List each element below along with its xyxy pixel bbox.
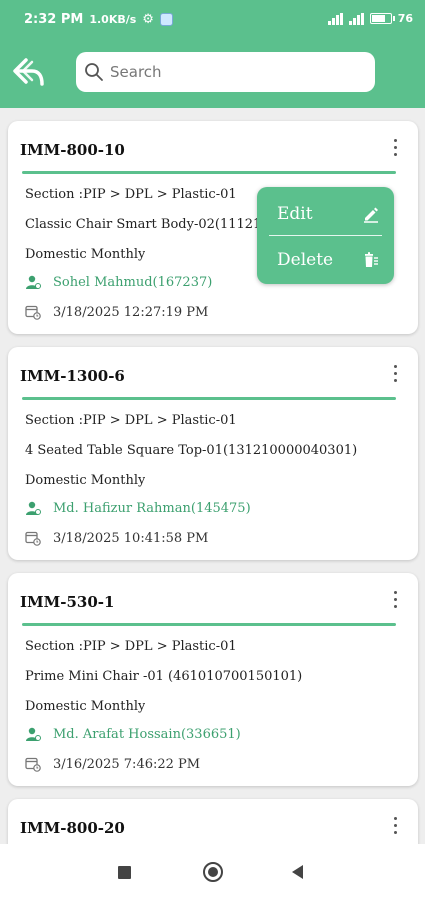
card-divider bbox=[22, 171, 396, 174]
card-code: IMM-530-1 bbox=[20, 593, 115, 611]
card-user: Md. Hafizur Rahman(145475) bbox=[25, 500, 251, 516]
system-nav-bar bbox=[0, 844, 425, 900]
card-code: IMM-1300-6 bbox=[20, 367, 125, 385]
signal-icon bbox=[327, 12, 343, 25]
card-date: 3/16/2025 7:46:22 PM bbox=[25, 756, 200, 772]
card-options-menu: Edit Delete bbox=[257, 187, 394, 284]
edit-menu-item[interactable]: Edit bbox=[257, 191, 394, 237]
card-product: 4 Seated Table Square Top-01(13121000004… bbox=[25, 443, 358, 458]
card-schedule: Domestic Monthly bbox=[25, 473, 146, 488]
card-user: Md. Arafat Hossain(336651) bbox=[25, 726, 241, 742]
trash-icon bbox=[365, 252, 378, 267]
record-card[interactable]: IMM-1300-6 Section :PIP > DPL > Plastic-… bbox=[8, 347, 418, 560]
card-divider bbox=[22, 623, 396, 626]
alarm-icon: ⚙ bbox=[142, 12, 154, 27]
delete-menu-item[interactable]: Delete bbox=[257, 237, 394, 283]
battery-percent: 76 bbox=[397, 12, 413, 25]
search-icon bbox=[85, 63, 103, 81]
calendar-clock-icon bbox=[25, 305, 41, 320]
edit-label: Edit bbox=[277, 204, 313, 224]
card-date: 3/18/2025 10:41:58 PM bbox=[25, 530, 208, 546]
more-options-icon[interactable] bbox=[390, 591, 400, 611]
card-divider bbox=[22, 397, 396, 400]
search-input[interactable] bbox=[110, 57, 360, 87]
recent-apps-button[interactable] bbox=[118, 866, 131, 879]
card-product: Prime Mini Chair -01 (461010700150101) bbox=[25, 669, 303, 684]
card-schedule: Domestic Monthly bbox=[25, 247, 146, 262]
card-code: IMM-800-10 bbox=[20, 141, 125, 159]
pencil-icon bbox=[364, 207, 378, 223]
user-icon bbox=[26, 727, 41, 741]
card-product: Classic Chair Smart Body-02(11121 bbox=[25, 217, 262, 232]
card-user-name: Sohel Mahmud(167237) bbox=[53, 274, 213, 290]
card-code: IMM-800-20 bbox=[20, 819, 125, 837]
delete-label: Delete bbox=[277, 250, 334, 270]
reply-arrow-icon bbox=[13, 58, 44, 86]
battery-icon bbox=[369, 13, 395, 24]
app-header: 2:32 PM 1.0KB/s ⚙ 76 bbox=[0, 0, 425, 108]
card-user-name: Md. Hafizur Rahman(145475) bbox=[53, 500, 251, 516]
user-icon bbox=[26, 275, 41, 289]
card-section: Section :PIP > DPL > Plastic-01 bbox=[25, 187, 237, 202]
search-box[interactable] bbox=[76, 52, 375, 92]
more-options-icon[interactable] bbox=[390, 817, 400, 837]
user-icon bbox=[26, 501, 41, 515]
record-card[interactable]: IMM-530-1 Section :PIP > DPL > Plastic-0… bbox=[8, 573, 418, 786]
card-section: Section :PIP > DPL > Plastic-01 bbox=[25, 639, 237, 654]
card-date-text: 3/18/2025 10:41:58 PM bbox=[53, 530, 209, 546]
card-schedule: Domestic Monthly bbox=[25, 699, 146, 714]
home-button[interactable] bbox=[203, 862, 223, 882]
card-date-text: 3/18/2025 12:27:19 PM bbox=[53, 304, 209, 320]
more-options-icon[interactable] bbox=[390, 365, 400, 385]
status-bar: 2:32 PM 1.0KB/s ⚙ 76 bbox=[0, 0, 425, 40]
status-time: 2:32 PM bbox=[24, 12, 84, 27]
card-date: 3/18/2025 12:27:19 PM bbox=[25, 304, 208, 320]
back-button[interactable] bbox=[12, 56, 46, 88]
calendar-clock-icon bbox=[25, 757, 41, 772]
card-user-name: Md. Arafat Hossain(336651) bbox=[53, 726, 241, 742]
system-back-button[interactable] bbox=[292, 865, 303, 879]
card-user: Sohel Mahmud(167237) bbox=[25, 274, 212, 290]
app-notification-icon bbox=[159, 13, 173, 26]
network-speed: 1.0KB/s bbox=[89, 13, 137, 26]
menu-divider bbox=[269, 235, 382, 236]
card-date-text: 3/16/2025 7:46:22 PM bbox=[53, 756, 201, 772]
more-options-icon[interactable] bbox=[390, 139, 400, 159]
signal-icon-2 bbox=[348, 12, 364, 25]
card-section: Section :PIP > DPL > Plastic-01 bbox=[25, 413, 237, 428]
calendar-clock-icon bbox=[25, 531, 41, 546]
